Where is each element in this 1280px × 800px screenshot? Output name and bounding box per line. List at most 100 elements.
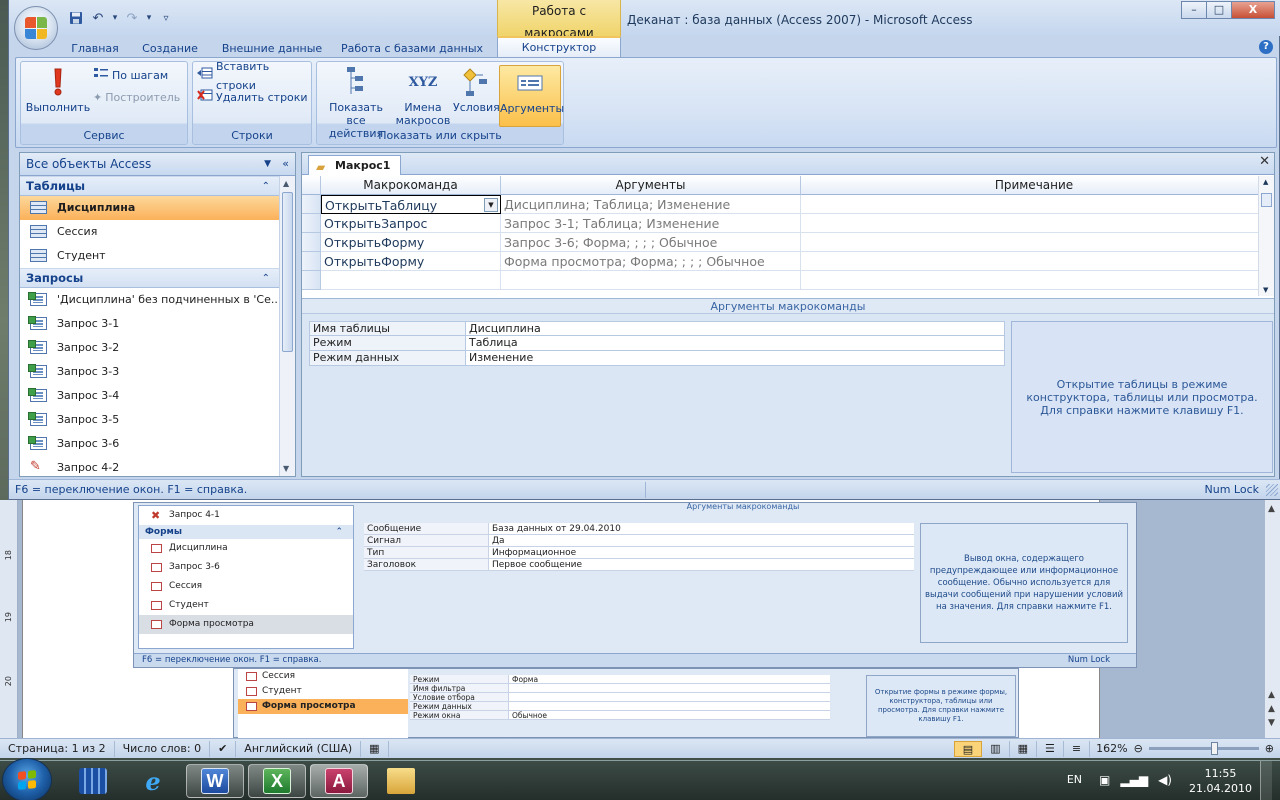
nav-item-query[interactable]: Запрос 3-3 (20, 360, 280, 384)
argument-row[interactable]: Имя таблицы Дисциплина (309, 321, 1005, 336)
scroll-up-icon[interactable]: ▲ (1263, 178, 1268, 186)
nav-item-query[interactable]: Запрос 4-2 (20, 456, 280, 476)
comment-cell[interactable] (801, 214, 1268, 233)
scroll-down-icon[interactable]: ▼ (283, 464, 289, 473)
show-all-actions-button[interactable]: Показать все действия (321, 65, 391, 140)
print-layout-view-icon[interactable]: ▤ (953, 740, 983, 757)
macro-names-button[interactable]: XYZ Имена макросов (395, 65, 451, 129)
comment-cell[interactable] (801, 271, 1268, 290)
redo-dropdown-icon[interactable]: ▾ (145, 10, 153, 26)
argument-row[interactable]: Режим данных Изменение (309, 351, 1005, 366)
scroll-up-icon[interactable]: ▲ (1268, 704, 1275, 714)
scroll-down-icon[interactable]: ▼ (1263, 286, 1268, 294)
language-indicator[interactable]: EN (1067, 773, 1082, 786)
nav-scrollbar[interactable]: ▲ ▼ (279, 176, 295, 476)
action-cell[interactable]: ОткрытьЗапрос (321, 214, 501, 233)
tab-home[interactable]: Главная (67, 39, 123, 58)
redo-icon[interactable]: ↷ (123, 10, 141, 26)
taskbar-app-access[interactable]: A (310, 764, 368, 798)
tab-design[interactable]: Конструктор (497, 36, 621, 58)
nav-item-query[interactable]: Запрос 3-6 (20, 432, 280, 456)
table-row[interactable]: ОткрытьФорму Форма просмотра; Форма; ; ;… (302, 252, 1268, 271)
zoom-slider-thumb[interactable] (1210, 742, 1218, 755)
chevron-up-icon[interactable]: ⌃ (262, 177, 270, 196)
document-vertical-scrollbar[interactable]: ▲ ▲ ▲ ▼ (1264, 500, 1280, 738)
nav-item-query[interactable]: Запрос 3-5 (20, 408, 280, 432)
nav-item-query[interactable]: Запрос 3-2 (20, 336, 280, 360)
zoom-slider[interactable] (1148, 742, 1259, 755)
scroll-thumb[interactable] (1261, 193, 1272, 207)
volume-icon[interactable]: ◀) (1158, 773, 1172, 787)
comment-cell[interactable] (801, 233, 1268, 252)
nav-item-table[interactable]: Сессия (20, 220, 280, 244)
taskbar-app-ie[interactable]: e (124, 764, 182, 798)
taskbar-app-word[interactable]: W (186, 764, 244, 798)
start-button[interactable] (2, 758, 52, 800)
macro-record-icon[interactable]: ▦ (361, 740, 389, 757)
insert-rows-button[interactable]: Вставить строки (197, 60, 311, 92)
page-count[interactable]: Страница: 1 из 2 (0, 740, 115, 757)
nav-item-query[interactable]: Запрос 3-1 (20, 312, 280, 336)
step-button[interactable]: По шагам (93, 66, 168, 85)
office-button[interactable] (14, 6, 58, 50)
scroll-up-icon[interactable]: ▲ (283, 179, 289, 188)
document-page[interactable]: ✖ Запрос 4-1 Формы ⌃ Дисциплина Запрос 3-6… (22, 500, 1137, 739)
nav-item-query[interactable]: 'Дисциплина' без подчиненных в 'Се... (20, 288, 280, 312)
table-row[interactable]: ОткрытьФорму Запрос 3-6; Форма; ; ; ; Об… (302, 233, 1268, 252)
tab-database-tools[interactable]: Работа с базами данных (339, 39, 485, 58)
argument-value[interactable]: Дисциплина (466, 321, 1005, 336)
word-count[interactable]: Число слов: 0 (115, 740, 211, 757)
taskbar-app-explorer[interactable] (372, 764, 430, 798)
run-button[interactable]: Выполнить (23, 65, 93, 125)
nav-item-table[interactable]: Студент (20, 244, 280, 268)
scroll-down-icon[interactable]: ▼ (1268, 718, 1275, 728)
argument-row[interactable]: Режим Таблица (309, 336, 1005, 351)
action-cell[interactable] (321, 271, 501, 290)
title-bar[interactable]: Работа с макросами ↶ ▾ ↷ ▾ ▿ Деканат : б… (9, 0, 1280, 40)
table-row[interactable]: ОткрытьЗапрос Запрос 3-1; Таблица; Измен… (302, 214, 1268, 233)
nav-item-table[interactable]: Дисциплина (20, 196, 280, 220)
conditions-button[interactable]: Условия (453, 65, 500, 115)
outline-view-icon[interactable]: ☰ (1037, 740, 1064, 757)
taskbar-app-library[interactable] (64, 764, 122, 798)
full-screen-view-icon[interactable]: ▥ (982, 740, 1010, 757)
help-icon[interactable]: ? (1259, 40, 1273, 54)
scroll-thumb[interactable] (282, 192, 293, 352)
resize-grip-icon[interactable] (1266, 484, 1278, 496)
document-tab[interactable]: ▰ Макрос1 (308, 155, 402, 175)
action-cell[interactable]: ОткрытьФорму (321, 233, 501, 252)
column-header-action[interactable]: Макрокоманда (321, 176, 501, 195)
web-view-icon[interactable]: ▦ (1010, 740, 1038, 757)
chevron-down-icon[interactable]: ▼ (264, 153, 271, 175)
collapse-pane-icon[interactable]: « (282, 153, 289, 175)
minimize-button[interactable]: – (1181, 1, 1207, 19)
maximize-button[interactable]: □ (1206, 1, 1232, 19)
undo-icon[interactable]: ↶ (89, 10, 107, 26)
network-icon[interactable]: ▂▄▆ (1120, 773, 1148, 787)
table-row[interactable] (302, 271, 1268, 290)
close-icon[interactable]: ✕ (1259, 154, 1270, 169)
tab-external-data[interactable]: Внешние данные (217, 39, 327, 58)
dropdown-arrow-icon[interactable]: ▼ (484, 198, 498, 212)
scroll-up-icon[interactable]: ▲ (1268, 504, 1275, 514)
action-cell[interactable]: ОткрытьФорму (321, 252, 501, 271)
nav-header[interactable]: Все объекты Access ▼ « (20, 153, 295, 176)
customize-qat-icon[interactable]: ▿ (157, 10, 175, 26)
column-header-arguments[interactable]: Аргументы (501, 176, 801, 195)
show-desktop-button[interactable] (1260, 761, 1272, 800)
action-cell[interactable]: ОткрытьТаблицу ▼ (321, 195, 501, 214)
arguments-button[interactable]: Аргументы (499, 65, 564, 127)
table-row[interactable]: ОткрытьТаблицу ▼ Дисциплина; Таблица; Из… (302, 195, 1268, 214)
zoom-out-icon[interactable]: ⊖ (1134, 742, 1143, 755)
spellcheck-icon[interactable]: ✔ (210, 740, 237, 757)
taskbar-app-excel[interactable]: X (248, 764, 306, 798)
nav-item-query[interactable]: Запрос 3-4 (20, 384, 280, 408)
nav-category-queries[interactable]: Запросы ⌃ (20, 268, 280, 288)
argument-value[interactable]: Изменение (466, 351, 1005, 366)
scroll-up-icon[interactable]: ▲ (1268, 690, 1275, 700)
grid-corner[interactable] (302, 176, 321, 195)
grid-scrollbar[interactable]: ▲ ▼ (1258, 176, 1274, 296)
draft-view-icon[interactable]: ≡ (1064, 740, 1091, 757)
close-button[interactable]: X (1231, 1, 1275, 19)
save-icon[interactable] (67, 10, 85, 26)
